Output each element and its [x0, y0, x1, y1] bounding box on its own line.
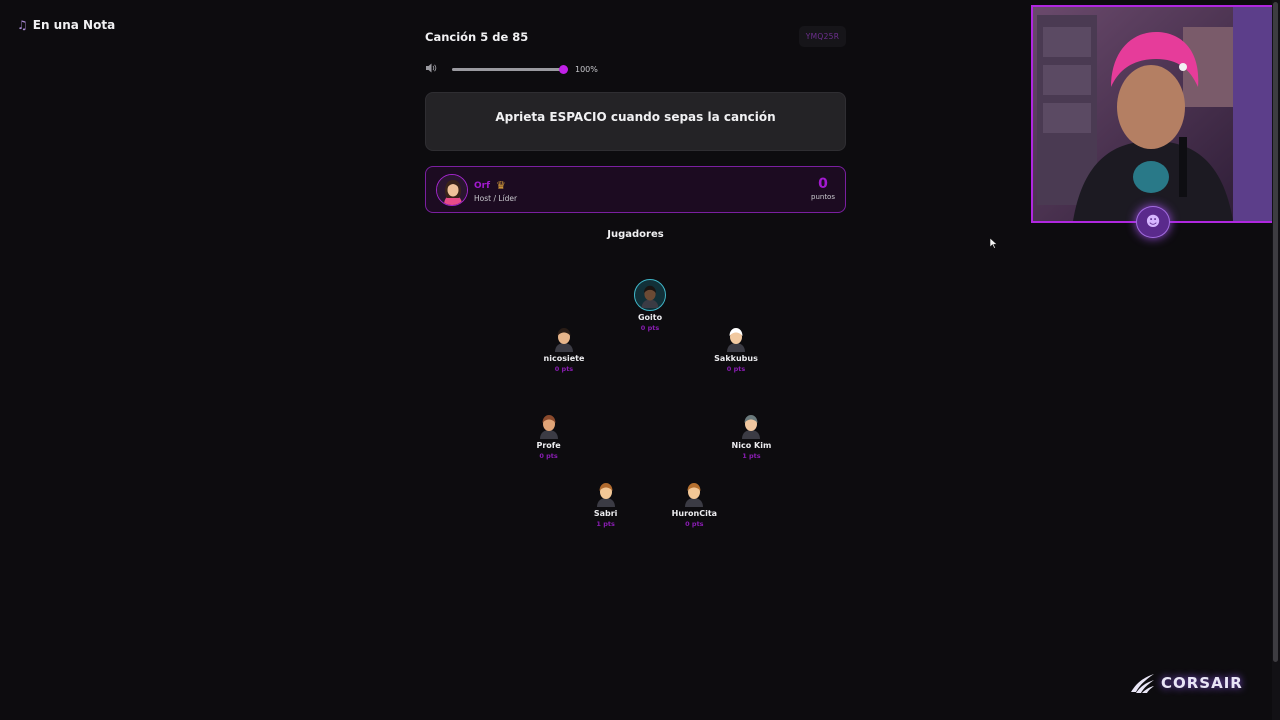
player-points: 0 pts [685, 520, 704, 529]
player-card[interactable]: Nico Kim 1 pts [706, 411, 796, 460]
player-card[interactable]: HuronCita 0 pts [649, 479, 739, 528]
volume-slider-thumb[interactable] [559, 64, 568, 74]
host-score: 0 puntos [811, 176, 835, 201]
guess-prompt: Aprieta ESPACIO cuando sepas la canción [425, 92, 846, 151]
app-title: En una Nota [32, 18, 116, 32]
host-card: Orf ♛ Host / Líder 0 puntos [425, 166, 846, 213]
streamer-badge-icon: ☻ [1136, 206, 1170, 238]
players-heading: Jugadores [607, 229, 664, 240]
player-avatar-icon [596, 483, 615, 508]
player-card[interactable]: Sakkubus 0 pts [691, 324, 781, 373]
app-brand[interactable]: ♫ En una Nota [17, 18, 115, 32]
room-code-badge[interactable]: YMQ25R [799, 26, 846, 47]
player-points: 0 pts [726, 364, 746, 373]
game-screen: ♫ En una Nota Canción 5 de 85 YMQ25R 100… [0, 0, 1280, 720]
sponsor-logo: CORSAIR [1130, 672, 1243, 694]
player-name: Goito [637, 313, 663, 322]
player-points: 0 pts [554, 364, 574, 373]
player-card[interactable]: Goito 0 pts [605, 279, 695, 332]
song-counter: Canción 5 de 85 [425, 30, 529, 44]
player-name: Sabri [593, 509, 618, 519]
crown-icon: ♛ [496, 179, 506, 192]
player-name: nicosiete [543, 353, 585, 363]
player-card[interactable]: Sabri 1 pts [561, 479, 651, 528]
player-points: 0 pts [539, 452, 558, 461]
host-role: Host / Líder [474, 194, 518, 203]
player-avatar-icon [554, 327, 573, 352]
player-points: 0 pts [640, 324, 660, 332]
player-points: 1 pts [742, 452, 761, 461]
player-points: 1 pts [596, 520, 615, 529]
sponsor-name: CORSAIR [1161, 674, 1243, 692]
player-avatar-icon [641, 285, 659, 308]
player-avatar-icon [742, 415, 761, 440]
player-avatar-icon [685, 483, 704, 508]
host-score-label: puntos [811, 193, 835, 201]
player-avatar-icon [727, 327, 745, 352]
host-name: Orf [474, 180, 491, 191]
player-name: Nico Kim [731, 441, 772, 451]
active-player-ring [634, 279, 666, 311]
player-card[interactable]: nicosiete 0 pts [519, 324, 609, 373]
music-note-icon: ♫ [17, 18, 28, 32]
host-score-value: 0 [818, 176, 828, 192]
mouse-cursor-icon [989, 234, 998, 253]
webcam-overlay [1031, 5, 1274, 223]
corsair-sails-icon [1130, 672, 1156, 694]
player-card[interactable]: Profe 0 pts [504, 411, 594, 460]
player-name: Profe [536, 441, 561, 451]
host-avatar [436, 174, 468, 206]
player-name: Sakkubus [714, 353, 758, 363]
host-name-row: Orf ♛ [474, 179, 506, 192]
volume-value: 100% [575, 64, 598, 74]
player-avatar-icon [539, 415, 558, 440]
volume-control: 100% [426, 63, 598, 75]
player-name: HuronCita [671, 509, 718, 519]
volume-slider-fill [452, 67, 563, 71]
speaker-icon[interactable] [426, 63, 439, 75]
volume-slider[interactable] [452, 64, 568, 74]
scrollbar-thumb[interactable] [1273, 2, 1278, 662]
